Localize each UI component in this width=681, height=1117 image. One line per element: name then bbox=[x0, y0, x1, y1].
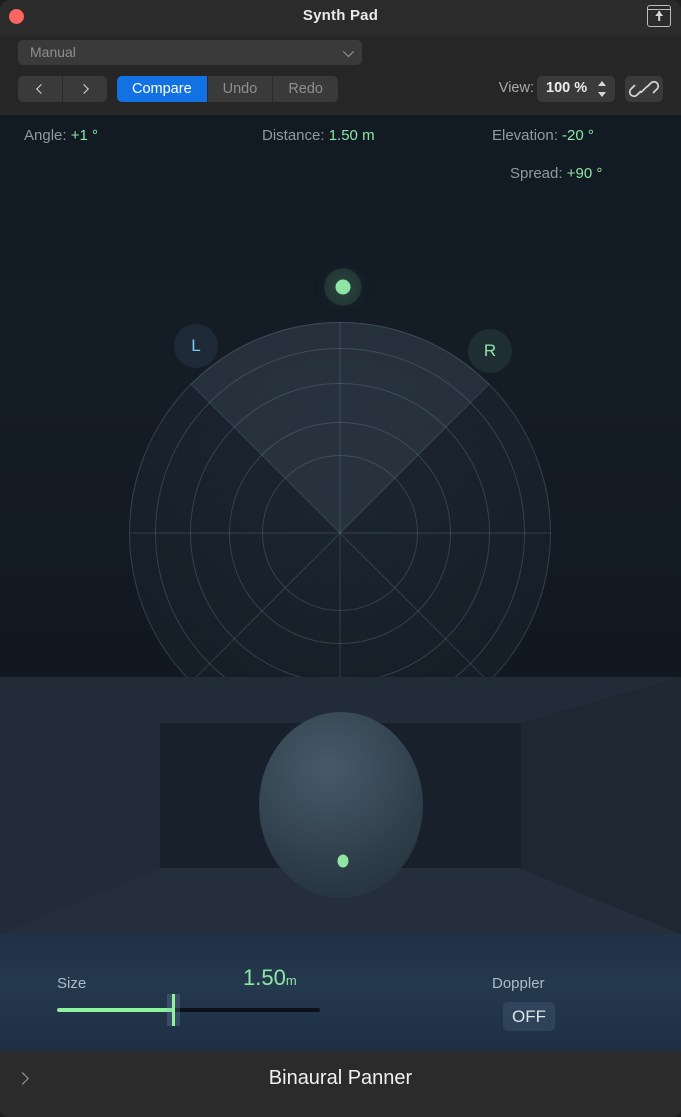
doppler-label: Doppler bbox=[492, 975, 545, 992]
toolbar: Manual Compare Undo Redo View: 100 % bbox=[0, 36, 681, 115]
readout-elevation-value[interactable]: -20 ° bbox=[562, 127, 594, 144]
speaker-right-label: R bbox=[483, 341, 497, 360]
plugin-footer: Binaural Panner bbox=[0, 1051, 681, 1117]
chevron-down-icon bbox=[342, 45, 355, 58]
next-preset-button[interactable] bbox=[62, 76, 107, 102]
doppler-toggle-button[interactable]: OFF bbox=[503, 1002, 555, 1031]
size-slider-fill bbox=[57, 1008, 173, 1012]
compare-undo-redo-group: Compare Undo Redo bbox=[117, 76, 338, 102]
readout-elevation: Elevation: -20 ° bbox=[492, 127, 594, 144]
readout-angle: Angle: +1 ° bbox=[24, 127, 98, 144]
stepper-up-down-icon[interactable] bbox=[598, 81, 607, 97]
spread-sphere[interactable] bbox=[259, 712, 423, 898]
readout-spread-label: Spread: bbox=[510, 165, 563, 182]
size-unit: m bbox=[285, 973, 297, 988]
undo-button[interactable]: Undo bbox=[206, 76, 273, 102]
size-slider[interactable] bbox=[57, 994, 320, 1026]
size-doppler-panel: Size 1.50m Doppler OFF bbox=[0, 934, 681, 1051]
plugin-window: Synth Pad Manual Compare Undo Redo View:… bbox=[0, 0, 681, 1117]
chevron-left-icon bbox=[36, 84, 46, 94]
room-source-dot[interactable] bbox=[337, 854, 349, 868]
source-position-dot[interactable] bbox=[335, 279, 351, 295]
readout-elevation-label: Elevation: bbox=[492, 127, 558, 144]
title-bar: Synth Pad bbox=[0, 0, 681, 36]
share-arrow-glyph bbox=[655, 11, 663, 21]
panner-radar-panel[interactable]: Angle: +1 ° Distance: 1.50 m Elevation: … bbox=[0, 115, 681, 765]
readout-angle-value[interactable]: +1 ° bbox=[71, 127, 98, 144]
readout-spread: Spread: +90 ° bbox=[510, 165, 602, 182]
window-title: Synth Pad bbox=[302, 7, 379, 24]
size-number: 1.50 bbox=[243, 965, 286, 990]
readout-distance-label: Distance: bbox=[262, 127, 325, 144]
link-chain-icon[interactable] bbox=[625, 76, 663, 102]
chevron-right-icon bbox=[79, 84, 89, 94]
speaker-left-label: L bbox=[191, 336, 201, 355]
speaker-marker-left[interactable]: L bbox=[174, 324, 218, 368]
view-label: View: bbox=[498, 80, 534, 96]
room-3d-view[interactable] bbox=[0, 677, 681, 934]
compare-button[interactable]: Compare bbox=[117, 76, 207, 102]
size-slider-thumb[interactable] bbox=[166, 994, 180, 1026]
preset-dropdown[interactable]: Manual bbox=[18, 40, 362, 65]
plugin-name: Binaural Panner bbox=[268, 1067, 413, 1089]
readout-angle-label: Angle: bbox=[24, 127, 67, 144]
preset-value: Manual bbox=[30, 44, 76, 60]
preset-nav-group bbox=[18, 76, 107, 102]
redo-button[interactable]: Redo bbox=[272, 76, 338, 102]
share-up-icon[interactable] bbox=[647, 5, 671, 27]
view-zoom-value: 100 % bbox=[546, 80, 588, 96]
speaker-marker-right[interactable]: R bbox=[468, 329, 512, 373]
size-value[interactable]: 1.50m bbox=[243, 965, 297, 991]
readout-spread-value[interactable]: +90 ° bbox=[567, 165, 603, 182]
previous-preset-button[interactable] bbox=[18, 76, 62, 102]
view-zoom-stepper[interactable]: 100 % bbox=[537, 76, 615, 102]
readout-distance-value[interactable]: 1.50 m bbox=[329, 127, 375, 144]
readout-distance: Distance: 1.50 m bbox=[262, 127, 375, 144]
size-label: Size bbox=[57, 975, 87, 992]
